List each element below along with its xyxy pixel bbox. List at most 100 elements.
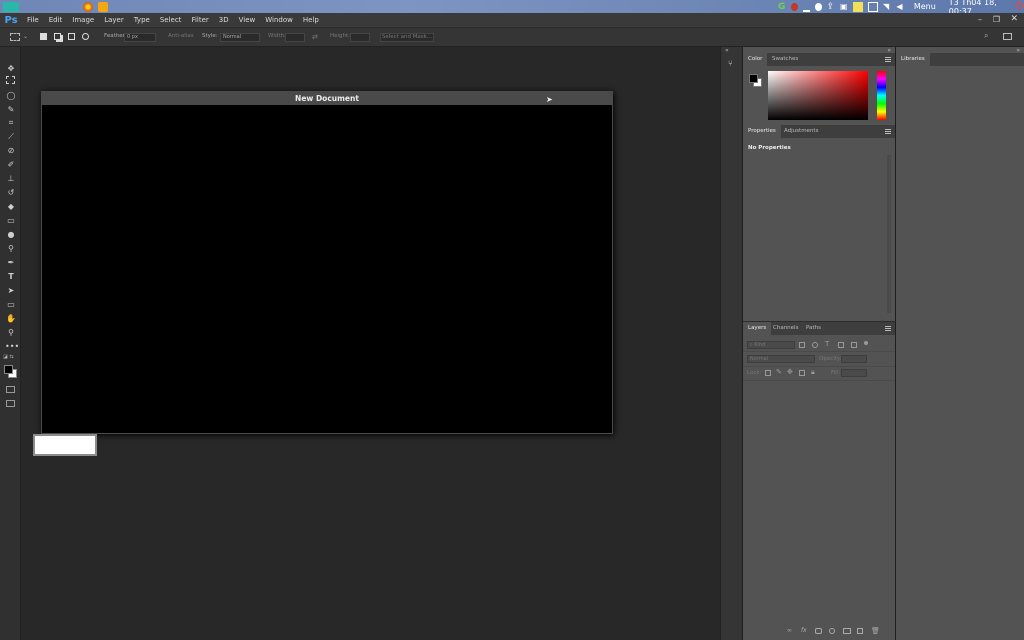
close-window-icon[interactable]: ✕ — [1010, 14, 1018, 24]
document-window[interactable]: New Document ➤ — [41, 91, 613, 434]
filter-pixel-icon[interactable] — [799, 342, 805, 348]
workspace-icon[interactable] — [1003, 33, 1012, 40]
chat-icon[interactable] — [814, 2, 822, 11]
brush-tool-icon[interactable]: ✐ — [5, 159, 17, 170]
history-panel-icon[interactable]: ⑂ — [728, 59, 733, 68]
menu-window[interactable]: Window — [260, 16, 298, 24]
eraser-tool-icon[interactable]: ◆ — [5, 201, 17, 212]
new-layer-icon[interactable] — [857, 628, 863, 634]
color-picker-field[interactable] — [768, 71, 868, 120]
menu-type[interactable]: Type — [129, 16, 155, 24]
chevron-down-icon[interactable]: ⌄ — [23, 33, 28, 40]
filter-smart-object-icon[interactable] — [851, 342, 857, 348]
os-menu-label[interactable]: Menu — [914, 2, 936, 11]
zoom-tool-icon[interactable]: ⚲ — [5, 327, 17, 338]
menu-layer[interactable]: Layer — [99, 16, 129, 24]
delete-layer-icon[interactable]: 🗑︎ — [871, 627, 880, 635]
hand-tool-icon[interactable]: ✋ — [5, 313, 17, 324]
layers-filter-input[interactable]: ⌕ Kind — [747, 341, 795, 349]
notes-icon[interactable] — [853, 1, 864, 12]
document-title[interactable]: New Document — [42, 92, 612, 105]
new-group-icon[interactable] — [843, 628, 851, 634]
add-selection-icon[interactable] — [54, 33, 61, 40]
menu-filter[interactable]: Filter — [186, 16, 213, 24]
menu-help[interactable]: Help — [298, 16, 324, 24]
tab-swatches[interactable]: Swatches — [767, 53, 803, 66]
panel-menu-icon[interactable] — [885, 326, 891, 331]
lock-artboard-icon[interactable] — [799, 370, 805, 376]
screen-mode-icon[interactable] — [6, 400, 15, 407]
opacity-input[interactable] — [841, 355, 867, 363]
color-foreground-swatch[interactable] — [749, 74, 758, 83]
lock-transparent-icon[interactable] — [765, 370, 771, 376]
more-tools-icon[interactable]: ••• — [5, 341, 19, 352]
lock-icon[interactable]: ▣ — [840, 2, 848, 12]
swap-dimensions-icon[interactable]: ⇄ — [312, 33, 318, 41]
record-icon[interactable] — [791, 2, 799, 11]
select-and-mask-button[interactable]: Select and Mask... — [380, 33, 434, 42]
firefox-icon[interactable] — [83, 1, 93, 12]
new-selection-icon[interactable] — [40, 33, 47, 40]
search-icon[interactable]: ⌕ — [984, 31, 988, 41]
wifi-icon[interactable]: ◥ — [883, 2, 891, 12]
blank-thumbnail[interactable] — [33, 434, 97, 456]
subtract-selection-icon[interactable] — [68, 33, 75, 40]
intersect-selection-icon[interactable] — [82, 33, 89, 40]
lock-position-icon[interactable]: ✥ — [787, 368, 793, 376]
type-tool-icon[interactable]: T — [5, 271, 17, 282]
filter-toggle-icon[interactable] — [864, 341, 868, 345]
blur-tool-icon[interactable]: ● — [5, 229, 17, 240]
restore-window-icon[interactable]: ❐ — [993, 15, 1000, 24]
width-input[interactable] — [285, 33, 305, 42]
rectangle-tool-icon[interactable]: ▭ — [5, 299, 17, 310]
menu-3d[interactable]: 3D — [214, 16, 234, 24]
add-mask-icon[interactable] — [815, 628, 822, 634]
tab-layers[interactable]: Layers — [743, 322, 772, 335]
tab-libraries[interactable]: Libraries — [896, 53, 930, 66]
dodge-tool-icon[interactable]: ⚲ — [5, 243, 17, 254]
filter-shape-icon[interactable] — [838, 342, 844, 348]
blend-mode-select[interactable]: Normal — [747, 355, 815, 363]
panel-menu-icon[interactable] — [885, 57, 891, 62]
move-tool-icon[interactable]: ✥ — [5, 63, 17, 74]
height-input[interactable] — [350, 33, 370, 42]
tab-properties[interactable]: Properties — [743, 125, 781, 138]
clone-stamp-tool-icon[interactable]: ⊥ — [5, 173, 17, 184]
style-select[interactable]: Normal — [220, 33, 260, 42]
eyedropper-tool-icon[interactable]: ⟋ — [5, 131, 17, 142]
menu-edit[interactable]: Edit — [44, 16, 68, 24]
hue-slider[interactable] — [877, 71, 886, 120]
lock-all-icon[interactable]: 🔒︎ — [811, 368, 815, 377]
g-badge-icon[interactable]: G — [778, 2, 786, 12]
path-select-tool-icon[interactable]: ➤ — [5, 285, 17, 296]
foreground-color-swatch[interactable] — [4, 365, 13, 374]
menu-select[interactable]: Select — [155, 16, 187, 24]
quick-select-tool-icon[interactable]: ✎ — [5, 104, 17, 115]
tab-paths[interactable]: Paths — [801, 322, 826, 335]
antialias-checkbox[interactable]: Anti-alias — [168, 33, 194, 39]
link-layers-icon[interactable]: ∞ — [787, 627, 792, 634]
tab-channels[interactable]: Channels — [768, 322, 803, 335]
menu-file[interactable]: File — [22, 16, 44, 24]
marquee-tool-icon[interactable] — [6, 76, 15, 84]
crop-tool-icon[interactable]: ⌗ — [5, 117, 17, 128]
filter-adjustment-icon[interactable] — [812, 342, 818, 348]
upload-icon[interactable]: ⇪ — [827, 2, 835, 12]
tab-adjustments[interactable]: Adjustments — [779, 125, 823, 138]
files-icon[interactable] — [98, 1, 108, 12]
menu-view[interactable]: View — [234, 16, 261, 24]
fill-input[interactable] — [841, 369, 867, 377]
app-launcher-icon[interactable] — [3, 1, 19, 12]
lock-pixels-icon[interactable]: ✎ — [776, 368, 782, 376]
minimize-window-icon[interactable]: – — [978, 15, 982, 24]
volume-icon[interactable]: ◀ — [896, 2, 904, 12]
menu-image[interactable]: Image — [67, 16, 99, 24]
healing-brush-tool-icon[interactable]: ⊘ — [5, 145, 17, 156]
panel-menu-icon[interactable] — [885, 129, 891, 134]
properties-scrollbar[interactable] — [887, 155, 891, 313]
history-brush-tool-icon[interactable]: ↺ — [5, 187, 17, 198]
adjustment-layer-icon[interactable] — [829, 628, 835, 634]
collapse-arrows-icon[interactable]: « — [725, 47, 729, 54]
monitor-icon[interactable] — [868, 1, 879, 12]
layer-style-icon[interactable]: fx — [801, 627, 807, 634]
